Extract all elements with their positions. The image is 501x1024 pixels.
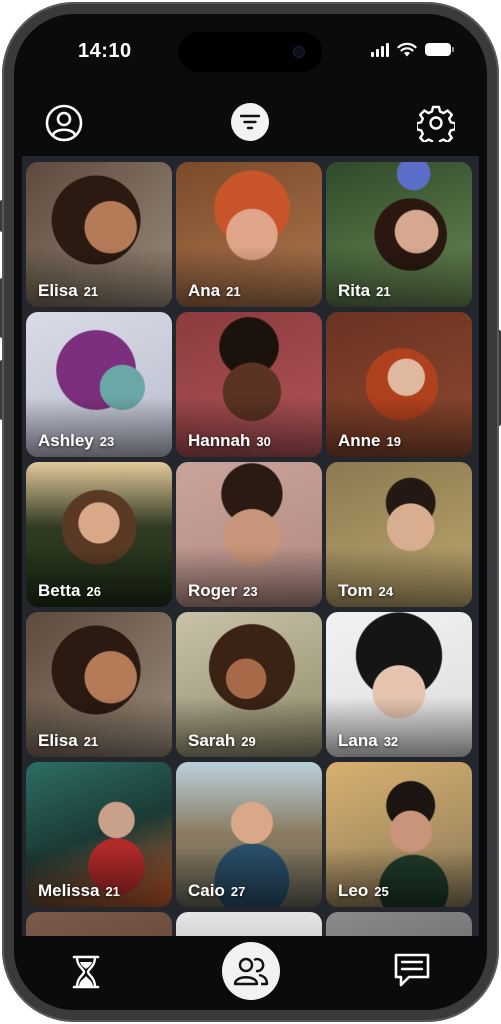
profile-card[interactable]	[176, 912, 322, 936]
people-icon	[233, 957, 269, 986]
gear-icon	[417, 105, 455, 142]
top-bar	[14, 100, 487, 156]
profile-age: 21	[83, 734, 99, 749]
filter-button[interactable]	[231, 103, 269, 141]
profile-card[interactable]: Caio 27	[176, 762, 322, 907]
profile-card[interactable]: Lana 32	[326, 612, 472, 757]
profile-name: Leo	[338, 881, 369, 900]
wifi-icon	[397, 42, 417, 57]
chat-icon	[394, 953, 430, 987]
profile-card[interactable]: Ashley 23	[26, 312, 172, 457]
profile-card[interactable]: Ana 21	[176, 162, 322, 307]
profile-name: Lana	[338, 731, 378, 750]
bottom-nav	[14, 936, 487, 1010]
profile-name: Elisa	[38, 281, 78, 300]
profile-name: Tom	[338, 581, 373, 600]
profile-age: 30	[256, 434, 271, 449]
profile-name: Ana	[188, 281, 221, 300]
nav-chat-button[interactable]	[392, 950, 432, 990]
profile-age: 25	[374, 884, 389, 899]
profile-age: 32	[383, 734, 399, 749]
profile-age: 26	[86, 584, 101, 599]
profile-photo	[26, 912, 172, 936]
profile-age: 21	[83, 284, 99, 299]
profile-card[interactable]: Roger 23	[176, 462, 322, 607]
profile-card[interactable]: Leo 25	[326, 762, 472, 907]
cellular-signal-icon	[371, 42, 389, 57]
profile-age: 23	[243, 584, 258, 599]
profile-age: 19	[386, 434, 401, 449]
profile-card[interactable]: Melissa 21	[26, 762, 172, 907]
settings-button[interactable]	[416, 103, 456, 143]
filter-icon	[240, 114, 260, 130]
profile-card[interactable]: Tom 24	[326, 462, 472, 607]
profile-name: Caio	[188, 881, 225, 900]
nav-timer-button[interactable]	[66, 952, 106, 992]
profile-name: Anne	[338, 431, 381, 450]
profile-card[interactable]: Anne 19	[326, 312, 472, 457]
profile-name: Ashley	[38, 431, 94, 450]
app-screen: 14:10 Elisa 21 Ana 21 Rita 21 Ashley 23 …	[14, 14, 487, 1010]
profile-age: 24	[378, 584, 394, 599]
nav-people-button[interactable]	[222, 942, 280, 1000]
user-circle-icon	[45, 104, 83, 142]
status-time: 14:10	[78, 40, 132, 62]
profile-name: Roger	[188, 581, 238, 600]
profile-card[interactable]: Betta 26	[26, 462, 172, 607]
profile-card[interactable]	[26, 912, 172, 936]
profile-age: 21	[105, 884, 120, 899]
profile-name: Melissa	[38, 881, 100, 900]
profile-name: Sarah	[188, 731, 236, 750]
profile-grid: Elisa 21 Ana 21 Rita 21 Ashley 23 Hannah	[26, 162, 472, 936]
profile-name: Hannah	[188, 431, 251, 450]
profile-card[interactable]: Rita 21	[326, 162, 472, 307]
profile-age: 27	[230, 884, 246, 899]
profile-photo	[176, 912, 322, 936]
profile-name: Rita	[338, 281, 371, 300]
front-camera	[294, 47, 304, 57]
profile-age: 21	[376, 284, 391, 299]
profile-name: Elisa	[38, 731, 78, 750]
profile-card[interactable]: Elisa 21	[26, 162, 172, 307]
profile-button[interactable]	[44, 103, 84, 143]
profile-age: 29	[241, 734, 256, 749]
profile-card[interactable]	[326, 912, 472, 936]
hourglass-icon	[72, 955, 100, 989]
battery-icon	[425, 43, 454, 56]
profile-grid-container: Elisa 21 Ana 21 Rita 21 Ashley 23 Hannah	[22, 156, 479, 936]
profile-card[interactable]: Sarah 29	[176, 612, 322, 757]
profile-age: 21	[226, 284, 241, 299]
status-icons	[371, 42, 454, 57]
profile-card[interactable]: Elisa 21	[26, 612, 172, 757]
profile-age: 23	[99, 434, 115, 449]
dynamic-island	[178, 32, 322, 72]
profile-photo	[326, 912, 472, 936]
profile-card[interactable]: Hannah 30	[176, 312, 322, 457]
profile-name: Betta	[38, 581, 81, 600]
